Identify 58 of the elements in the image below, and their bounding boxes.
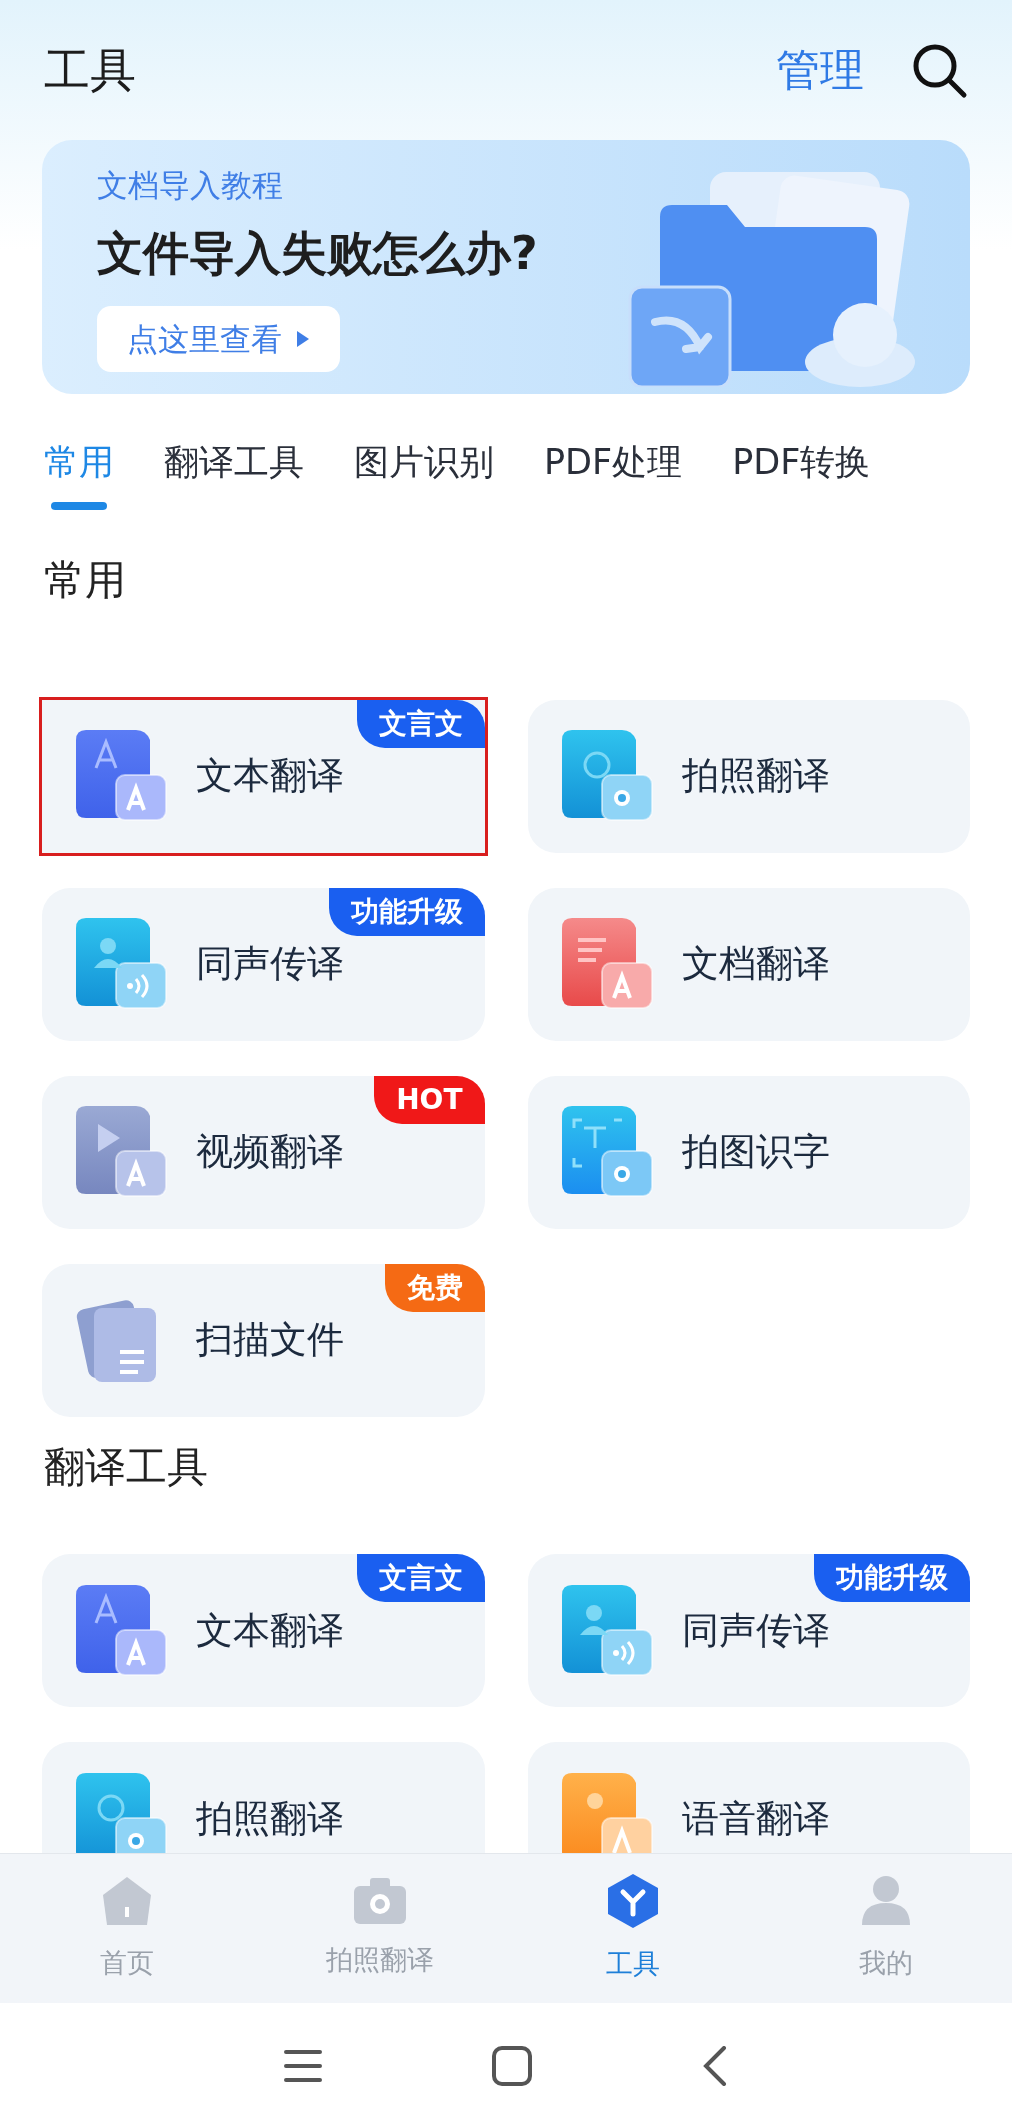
person-sound-icon — [76, 918, 168, 1010]
person-letter-icon — [561, 1772, 654, 1853]
tool-card[interactable]: 文本翻译 文言文 — [42, 1554, 485, 1707]
tool-card[interactable]: 文本翻译 文言文 — [42, 699, 485, 853]
tag-badge: 文言文 — [356, 1554, 485, 1602]
tool-card[interactable]: 拍图识字 — [527, 1075, 970, 1229]
person-sound-icon — [561, 1584, 654, 1677]
menu-icon[interactable] — [284, 2048, 322, 2083]
tool-label: 拍照翻译 — [196, 1795, 344, 1842]
letter-a-icon — [76, 1584, 168, 1677]
tool-label: 拍照翻译 — [681, 753, 830, 800]
tool-label: 文本翻译 — [196, 753, 344, 800]
document-icon — [561, 918, 654, 1010]
page-title: 工具 — [44, 41, 136, 99]
nav-tab[interactable]: 工具 — [506, 1854, 759, 2003]
home-square-icon[interactable] — [492, 2045, 532, 2086]
hexagon-icon — [605, 1872, 660, 1931]
tool-label: 拍图识字 — [681, 1129, 830, 1176]
tool-card[interactable]: 同声传译 功能升级 — [527, 1554, 970, 1707]
tab[interactable]: 图片识别 — [354, 434, 494, 514]
camera-icon — [76, 1772, 168, 1853]
tool-label: 文档翻译 — [681, 941, 830, 988]
section-heading: 常用 — [43, 555, 127, 606]
view-button[interactable]: 点这里查看 — [97, 305, 340, 372]
banner[interactable]: 文档导入教程 文件导入失败怎么办? 点这里查看 — [42, 140, 970, 394]
tab[interactable]: PDF处理 — [544, 434, 683, 514]
tool-label: 文本翻译 — [196, 1607, 344, 1654]
back-icon[interactable] — [702, 2045, 728, 2086]
tool-label: 语音翻译 — [681, 1795, 830, 1842]
tool-label: 视频翻译 — [196, 1129, 344, 1176]
tool-card[interactable]: 语音翻译 — [527, 1742, 970, 1853]
tool-label: 扫描文件 — [196, 1317, 344, 1364]
tool-label: 同声传译 — [196, 941, 344, 988]
tag-badge: 免费 — [384, 1263, 485, 1312]
tag-badge: HOT — [374, 1075, 485, 1124]
banner-subtitle: 文档导入教程 — [97, 166, 284, 206]
tool-card[interactable]: 视频翻译 HOT — [42, 1075, 485, 1229]
camera-icon — [351, 1876, 408, 1927]
camera-icon — [561, 730, 654, 822]
banner-title: 文件导入失败怎么办? — [97, 224, 538, 282]
tab[interactable]: 翻译工具 — [164, 434, 304, 514]
camera-frame-icon — [561, 1106, 654, 1198]
tool-card[interactable]: 拍照翻译 — [42, 1742, 485, 1853]
tag-badge: 功能升级 — [814, 1554, 970, 1602]
triangle-icon — [296, 329, 310, 348]
section-heading: 翻译工具 — [43, 1441, 209, 1493]
tool-label: 同声传译 — [681, 1607, 830, 1654]
tool-card[interactable]: 拍照翻译 — [527, 699, 970, 853]
tool-card[interactable]: 文档翻译 — [527, 887, 970, 1041]
tool-card[interactable]: 扫描文件 免费 — [42, 1263, 485, 1417]
tool-card[interactable]: 同声传译 功能升级 — [42, 887, 485, 1041]
manage-link[interactable]: 管理 — [776, 37, 864, 103]
tab[interactable]: PDF转换 — [732, 434, 871, 514]
tab[interactable]: 常用 — [44, 434, 114, 514]
tag-badge: 文言文 — [356, 699, 485, 748]
play-letter-icon — [76, 1106, 168, 1198]
tag-badge: 功能升级 — [328, 887, 485, 936]
letter-a-icon — [76, 730, 168, 822]
